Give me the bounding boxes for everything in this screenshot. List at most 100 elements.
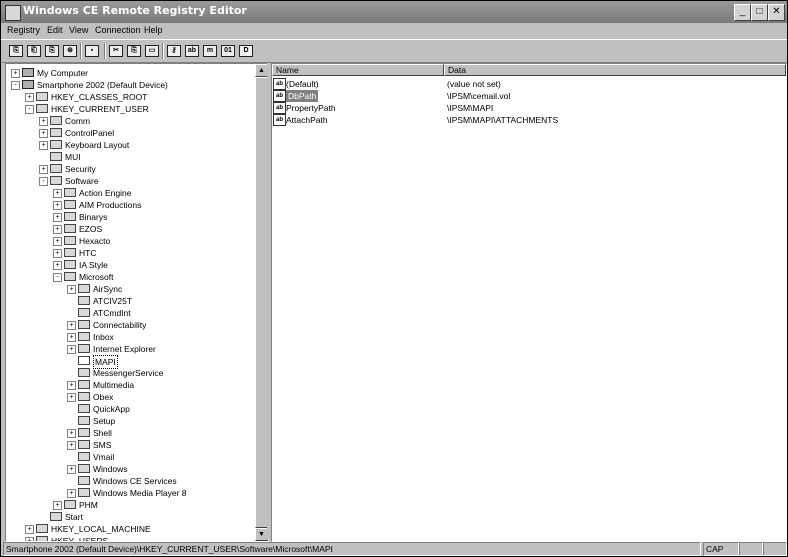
- expand-icon[interactable]: +: [53, 201, 62, 210]
- binary-value-button[interactable]: 01: [219, 42, 236, 59]
- expand-icon[interactable]: +: [67, 321, 76, 330]
- folder-icon: [78, 488, 90, 497]
- expand-icon[interactable]: +: [67, 333, 76, 342]
- paste-button[interactable]: ▭: [143, 42, 160, 59]
- value-name: AttachPath: [286, 115, 328, 125]
- tree-node-label: Connectability: [93, 320, 147, 330]
- tree-node-label: MUI: [65, 152, 81, 162]
- expand-icon[interactable]: +: [53, 225, 62, 234]
- expand-icon[interactable]: +: [39, 117, 48, 126]
- folder-icon: [64, 248, 76, 257]
- column-header-data[interactable]: Data: [444, 64, 786, 76]
- value-row[interactable]: ab PropertyPath \IPSM\MAPI: [272, 102, 786, 114]
- expand-icon[interactable]: +: [53, 213, 62, 222]
- connect-button[interactable]: ⎘: [7, 42, 24, 59]
- values-list[interactable]: Name Data ab (Default) (value not set) ab Db…: [271, 63, 787, 542]
- folder-icon: [64, 200, 76, 209]
- folder-icon: [50, 176, 62, 185]
- expand-icon[interactable]: +: [67, 393, 76, 402]
- value-row[interactable]: ab (Default) (value not set): [272, 78, 786, 90]
- save-button[interactable]: ▪: [83, 42, 100, 59]
- value-row[interactable]: ab DbPath \IPSM\cemail.vol: [272, 90, 786, 102]
- disconnect-button[interactable]: ⎗: [25, 42, 42, 59]
- expand-icon[interactable]: +: [53, 261, 62, 270]
- expand-icon[interactable]: +: [53, 249, 62, 258]
- folder-icon: [36, 524, 48, 533]
- toolbar-separator: [162, 43, 164, 59]
- close-button[interactable]: ✕: [768, 4, 785, 21]
- connect-device-icon: ⊛: [63, 45, 77, 57]
- expand-icon[interactable]: +: [25, 93, 34, 102]
- menu-view[interactable]: View: [69, 25, 88, 35]
- expand-icon[interactable]: +: [39, 129, 48, 138]
- expand-icon[interactable]: +: [53, 501, 62, 510]
- cut-button[interactable]: ✂: [107, 42, 124, 59]
- folder-icon: [78, 476, 90, 485]
- expand-icon[interactable]: +: [67, 429, 76, 438]
- expand-icon[interactable]: +: [11, 69, 20, 78]
- collapse-icon[interactable]: -: [11, 81, 20, 90]
- folder-icon: [36, 104, 48, 113]
- folder-icon: [50, 128, 62, 137]
- collapse-icon[interactable]: -: [25, 105, 34, 114]
- expand-icon[interactable]: +: [67, 381, 76, 390]
- collapse-icon[interactable]: -: [39, 177, 48, 186]
- menu-edit[interactable]: Edit: [47, 25, 63, 35]
- connect-device-button[interactable]: ⊛: [61, 42, 78, 59]
- expand-icon[interactable]: +: [53, 237, 62, 246]
- multi-string-value-button[interactable]: m: [201, 42, 218, 59]
- folder-icon: [78, 404, 90, 413]
- tree-node-label: Security: [65, 164, 96, 174]
- expand-icon[interactable]: +: [25, 525, 34, 534]
- value-data: \IPSM\MAPI: [447, 103, 494, 113]
- column-header-name[interactable]: Name: [272, 64, 444, 76]
- maximize-button[interactable]: □: [751, 4, 768, 21]
- dword-value-button[interactable]: D: [237, 42, 254, 59]
- multi-string-value-icon: m: [203, 45, 217, 57]
- tree-node-label: Smartphone 2002 (Default Device): [37, 80, 168, 90]
- copy-button[interactable]: ⎘: [125, 42, 142, 59]
- expand-icon[interactable]: +: [67, 465, 76, 474]
- folder-icon: [78, 380, 90, 389]
- value-row[interactable]: ab AttachPath \IPSM\MAPI\ATTACHMENTS: [272, 114, 786, 126]
- expand-icon[interactable]: +: [39, 141, 48, 150]
- tree-node-label: Windows: [93, 464, 128, 474]
- expand-icon[interactable]: +: [53, 189, 62, 198]
- folder-icon: [64, 236, 76, 245]
- folder-icon: [50, 116, 62, 125]
- folder-icon: [78, 464, 90, 473]
- registry-tree[interactable]: + My Computer - Smartphone 2002 (Default De…: [5, 63, 269, 542]
- folder-icon: [78, 320, 90, 329]
- menu-help[interactable]: Help: [144, 25, 163, 35]
- minimize-button[interactable]: _: [734, 4, 751, 21]
- collapse-icon[interactable]: -: [53, 273, 62, 282]
- status-scrl-indicator: [763, 542, 787, 556]
- value-name: PropertyPath: [286, 103, 336, 113]
- key-button[interactable]: ⚷: [165, 42, 182, 59]
- folder-icon: [64, 212, 76, 221]
- expand-icon[interactable]: +: [67, 489, 76, 498]
- folder-icon: [64, 188, 76, 197]
- title-bar[interactable]: Windows CE Remote Registry Editor _ □ ✕: [1, 1, 787, 23]
- tree-node-label: HKEY_USERS: [51, 536, 109, 542]
- menu-registry[interactable]: Registry: [7, 25, 40, 35]
- window-title: Windows CE Remote Registry Editor: [23, 4, 247, 17]
- status-num-indicator: [739, 542, 763, 556]
- new-key-icon: ⎘: [45, 45, 59, 57]
- tree-node-label: Setup: [93, 416, 116, 426]
- menu-connection[interactable]: Connection: [95, 25, 141, 35]
- save-icon: ▪: [85, 45, 99, 57]
- folder-icon: [78, 332, 90, 341]
- expand-icon[interactable]: +: [67, 345, 76, 354]
- string-value-button[interactable]: ab: [183, 42, 200, 59]
- folder-icon: [78, 428, 90, 437]
- tree-node-label: Binarys: [79, 212, 108, 222]
- expand-icon[interactable]: +: [67, 285, 76, 294]
- string-value-icon: ab: [185, 45, 199, 57]
- tree-node-label: Vmail: [93, 452, 115, 462]
- folder-icon: [78, 440, 90, 449]
- expand-icon[interactable]: +: [39, 165, 48, 174]
- expand-icon[interactable]: +: [67, 441, 76, 450]
- new-key-button[interactable]: ⎘: [43, 42, 60, 59]
- tree-node-label: Internet Explorer: [93, 344, 156, 354]
